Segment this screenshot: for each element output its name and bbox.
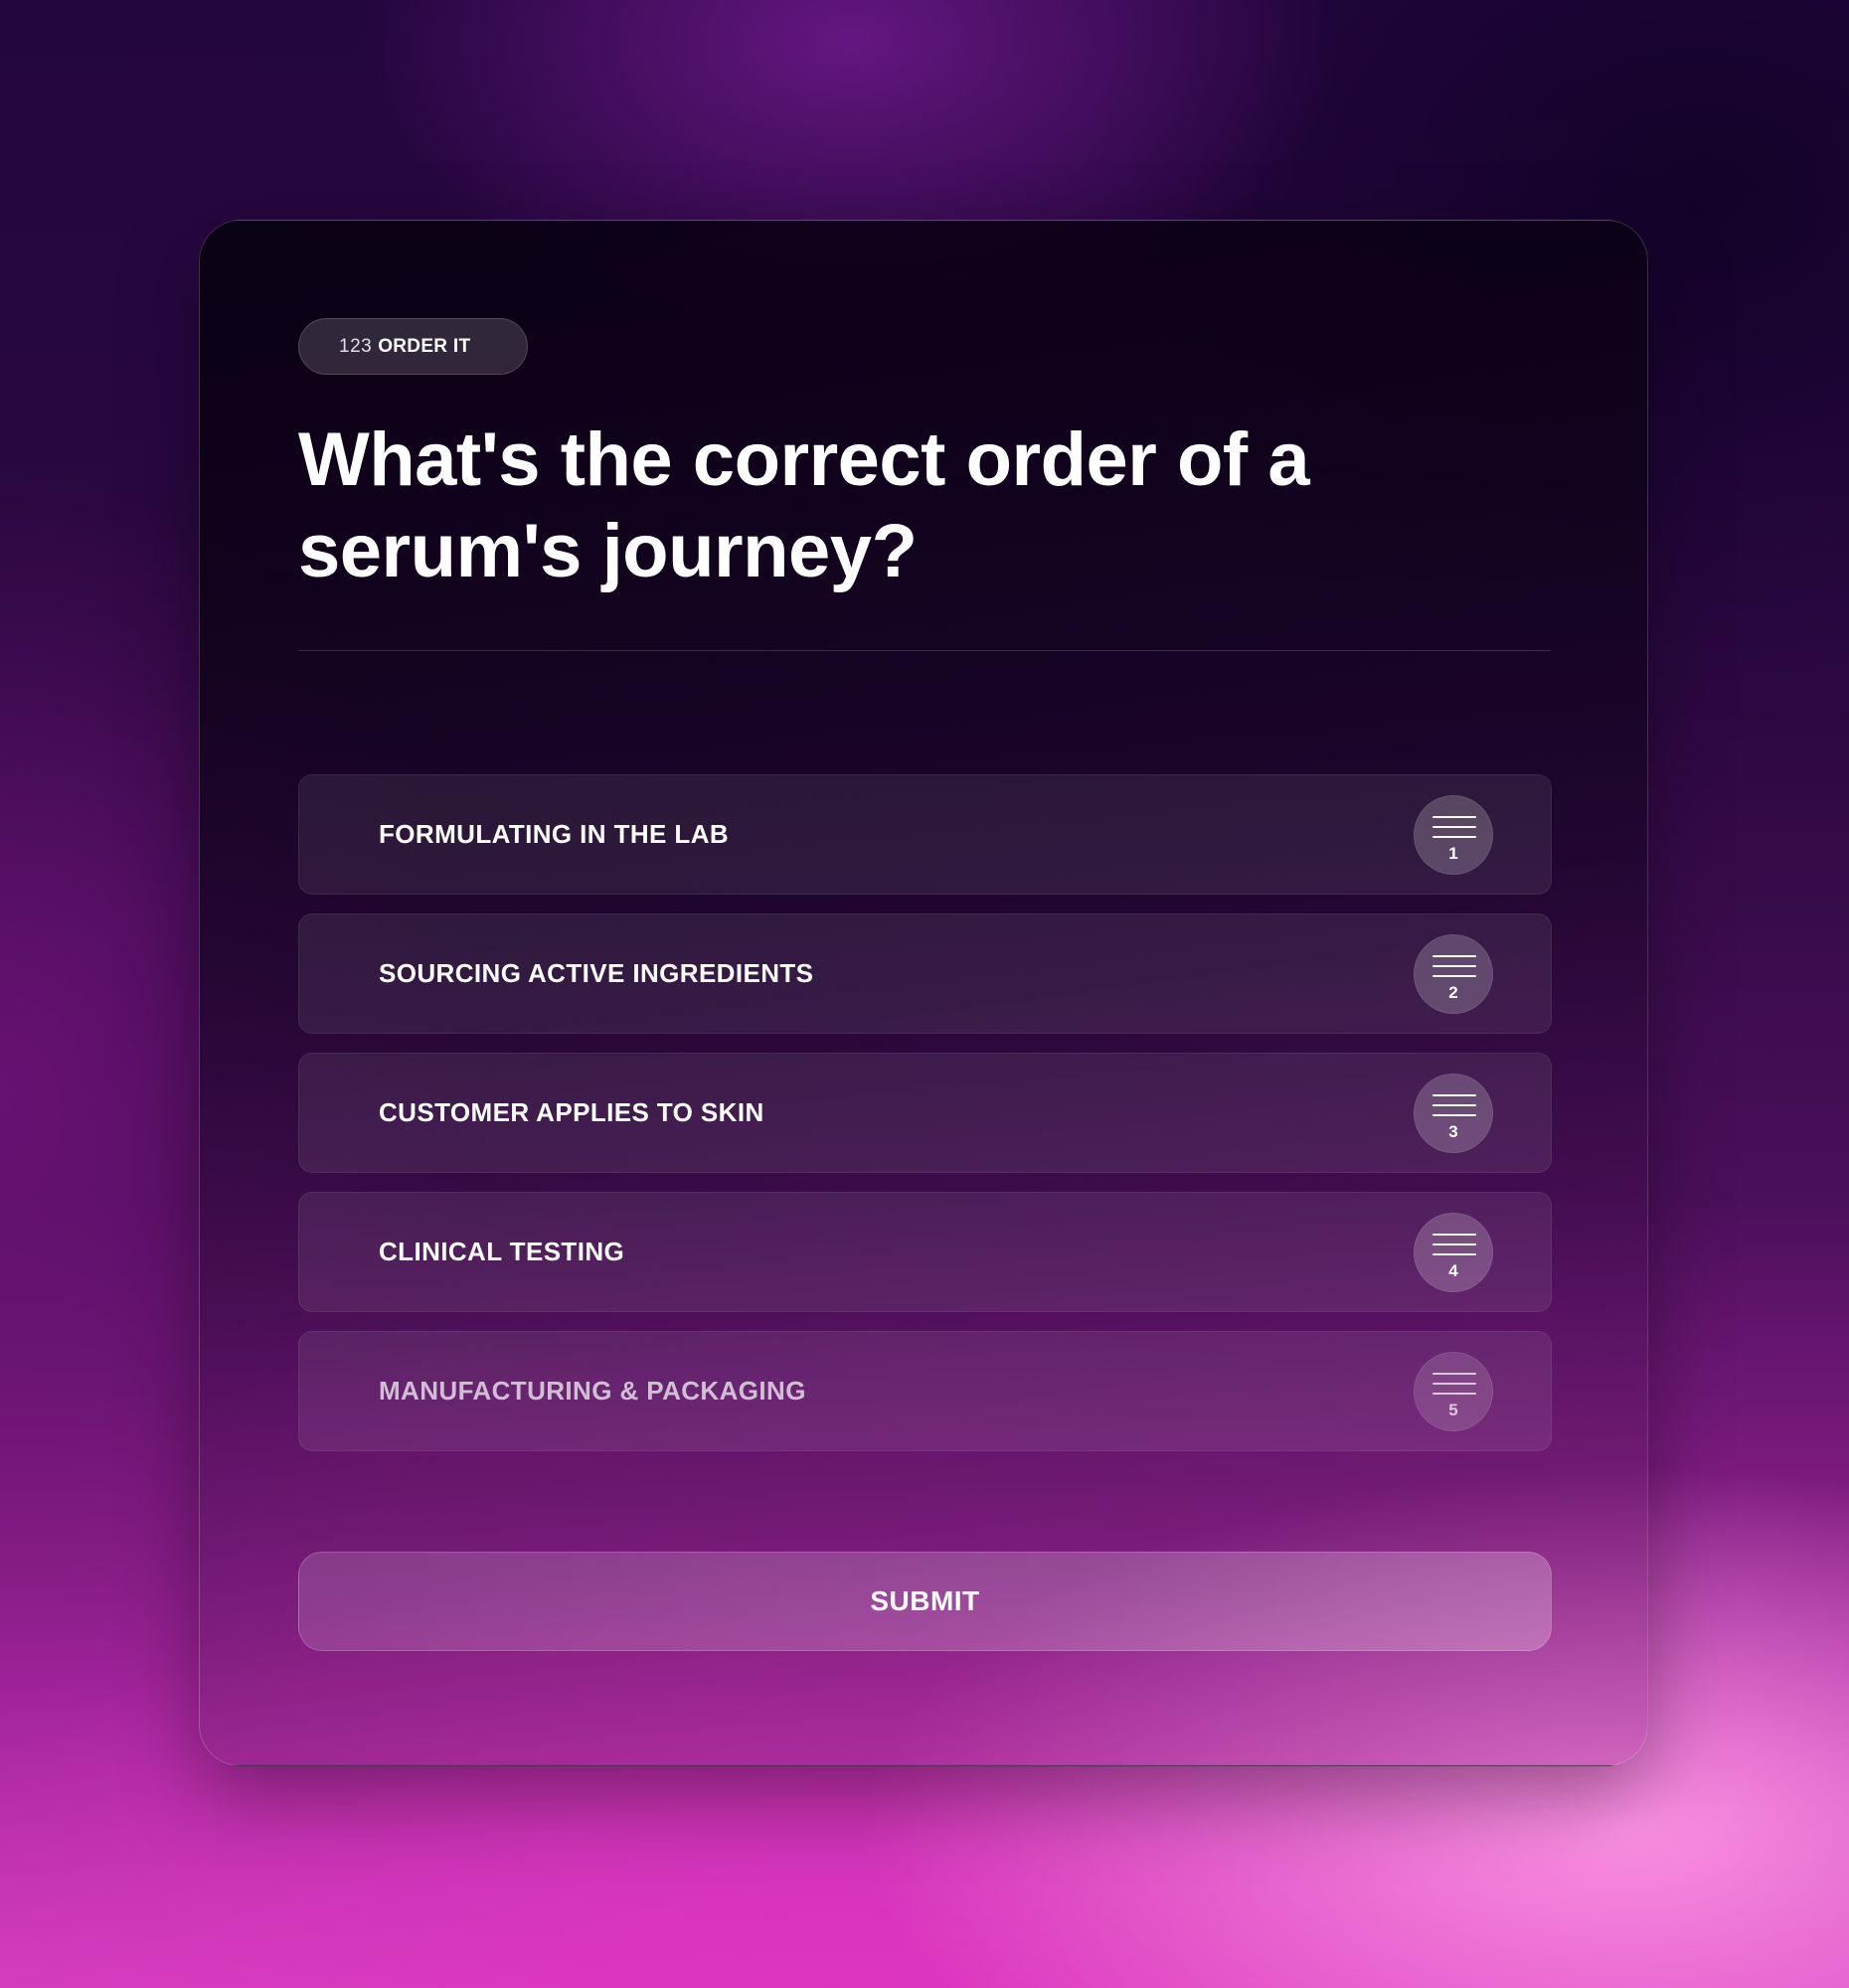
position-number: 2 bbox=[1448, 982, 1458, 1002]
order-option-5[interactable]: MANUFACTURING & PACKAGING 5 bbox=[298, 1331, 1552, 1451]
question-title: What's the correct order of a serum's jo… bbox=[298, 417, 1310, 593]
position-number: 3 bbox=[1448, 1121, 1458, 1141]
drag-handle-icon bbox=[1432, 954, 1476, 979]
option-label: MANUFACTURING & PACKAGING bbox=[379, 1376, 806, 1406]
option-label: SOURCING ACTIVE INGREDIENTS bbox=[379, 958, 814, 988]
drag-handle[interactable]: 4 bbox=[1414, 1212, 1493, 1292]
question-type-badge: 123 ORDER IT bbox=[298, 318, 528, 375]
order-option-3[interactable]: CUSTOMER APPLIES TO SKIN 3 bbox=[298, 1053, 1552, 1173]
option-label: CUSTOMER APPLIES TO SKIN bbox=[379, 1097, 764, 1127]
divider bbox=[298, 650, 1551, 651]
drag-handle-icon bbox=[1432, 1233, 1476, 1257]
drag-handle-icon bbox=[1432, 815, 1476, 840]
position-number: 4 bbox=[1448, 1260, 1458, 1280]
drag-handle[interactable]: 3 bbox=[1414, 1073, 1493, 1153]
option-label: CLINICAL TESTING bbox=[379, 1237, 625, 1266]
submit-button[interactable]: SUBMIT bbox=[298, 1552, 1552, 1651]
drag-handle[interactable]: 5 bbox=[1414, 1351, 1493, 1431]
order-option-1[interactable]: FORMULATING IN THE LAB 1 bbox=[298, 774, 1552, 895]
quiz-card: 123 ORDER IT What's the correct order of… bbox=[199, 220, 1648, 1766]
order-options-list: FORMULATING IN THE LAB 1 SOURCING ACTIVE… bbox=[298, 774, 1552, 1470]
position-number: 5 bbox=[1448, 1400, 1458, 1419]
position-number: 1 bbox=[1448, 843, 1458, 863]
order-option-2[interactable]: SOURCING ACTIVE INGREDIENTS 2 bbox=[298, 913, 1552, 1034]
badge-label: ORDER IT bbox=[378, 335, 471, 357]
order-option-4[interactable]: CLINICAL TESTING 4 bbox=[298, 1192, 1552, 1312]
drag-handle[interactable]: 2 bbox=[1414, 933, 1493, 1014]
drag-handle[interactable]: 1 bbox=[1414, 794, 1493, 875]
numbers-icon: 123 bbox=[339, 335, 373, 357]
drag-handle-icon bbox=[1432, 1372, 1476, 1397]
drag-handle-icon bbox=[1432, 1093, 1476, 1118]
option-label: FORMULATING IN THE LAB bbox=[379, 819, 730, 849]
